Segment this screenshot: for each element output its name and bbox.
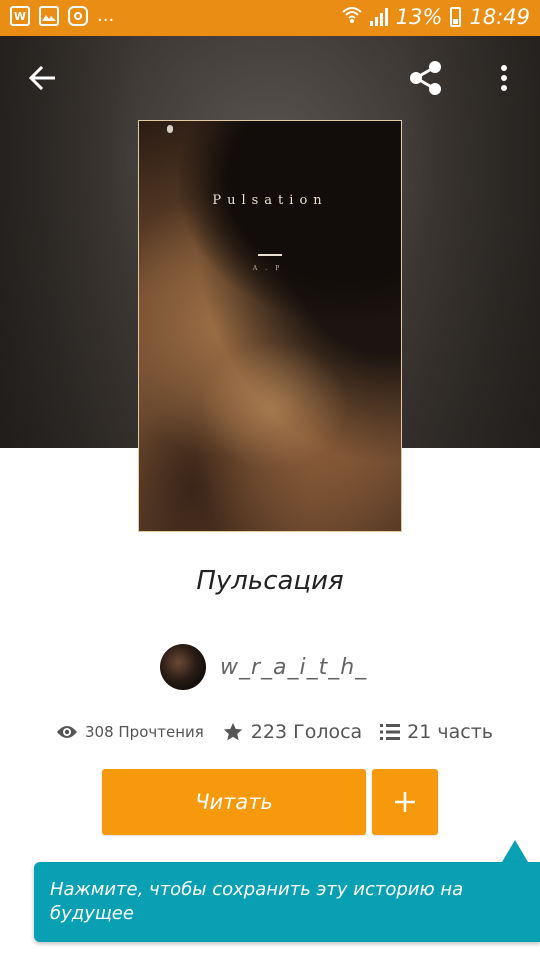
clock: 18:49 (469, 5, 530, 29)
share-icon (410, 61, 441, 95)
votes-count: 223 Голоса (250, 721, 363, 743)
story-cover[interactable]: Pulsation A.P (138, 120, 402, 532)
more-notifications: ... (97, 5, 115, 26)
star-icon (223, 722, 242, 741)
status-bar: W ... 13% 18:49 (0, 0, 540, 36)
save-story-tooltip[interactable]: Нажмите, чтобы сохранить эту историю на … (34, 862, 540, 942)
author-name[interactable]: w_r_a_i_t_h_ (220, 655, 367, 680)
gallery-icon (39, 6, 59, 26)
back-button[interactable] (20, 56, 64, 100)
read-button[interactable]: Читать (102, 769, 366, 835)
stat-votes: 223 Голоса (222, 721, 362, 743)
cover-earring (167, 125, 173, 133)
back-arrow-icon (29, 66, 55, 90)
list-icon (380, 724, 401, 740)
cover-divider (258, 254, 282, 256)
reads-count: 308 Прочтения (85, 723, 204, 741)
tooltip-arrow (502, 840, 528, 862)
more-vert-icon (501, 65, 507, 91)
author[interactable]: w_r_a_i_t_h_ (160, 644, 367, 690)
plus-icon (395, 792, 415, 812)
wattpad-notification-icon: W (10, 6, 30, 26)
battery-icon (450, 7, 462, 27)
stat-parts: 21 часть (380, 721, 493, 743)
add-to-library-button[interactable] (372, 769, 438, 835)
notification-icons: W ... (10, 6, 114, 26)
wifi-icon (342, 5, 362, 29)
signal-icon (369, 8, 388, 26)
share-button[interactable] (404, 56, 448, 100)
stat-reads: 308 Прочтения (56, 723, 204, 741)
cover-shadow-pattern (199, 341, 349, 471)
avatar[interactable] (160, 644, 206, 690)
story-title: Пульсация (196, 566, 344, 596)
parts-count: 21 часть (407, 721, 493, 743)
more-options-button[interactable] (482, 56, 526, 100)
cover-initials: A.P (252, 265, 288, 272)
cover-title: Pulsation (212, 193, 328, 208)
eye-icon (57, 726, 77, 738)
story-stats: 308 Прочтения 223 Голоса 21 часть (56, 716, 511, 748)
battery-percent: 13% (395, 5, 443, 29)
instagram-icon (68, 6, 88, 26)
system-icons: 13% 18:49 (342, 5, 530, 29)
